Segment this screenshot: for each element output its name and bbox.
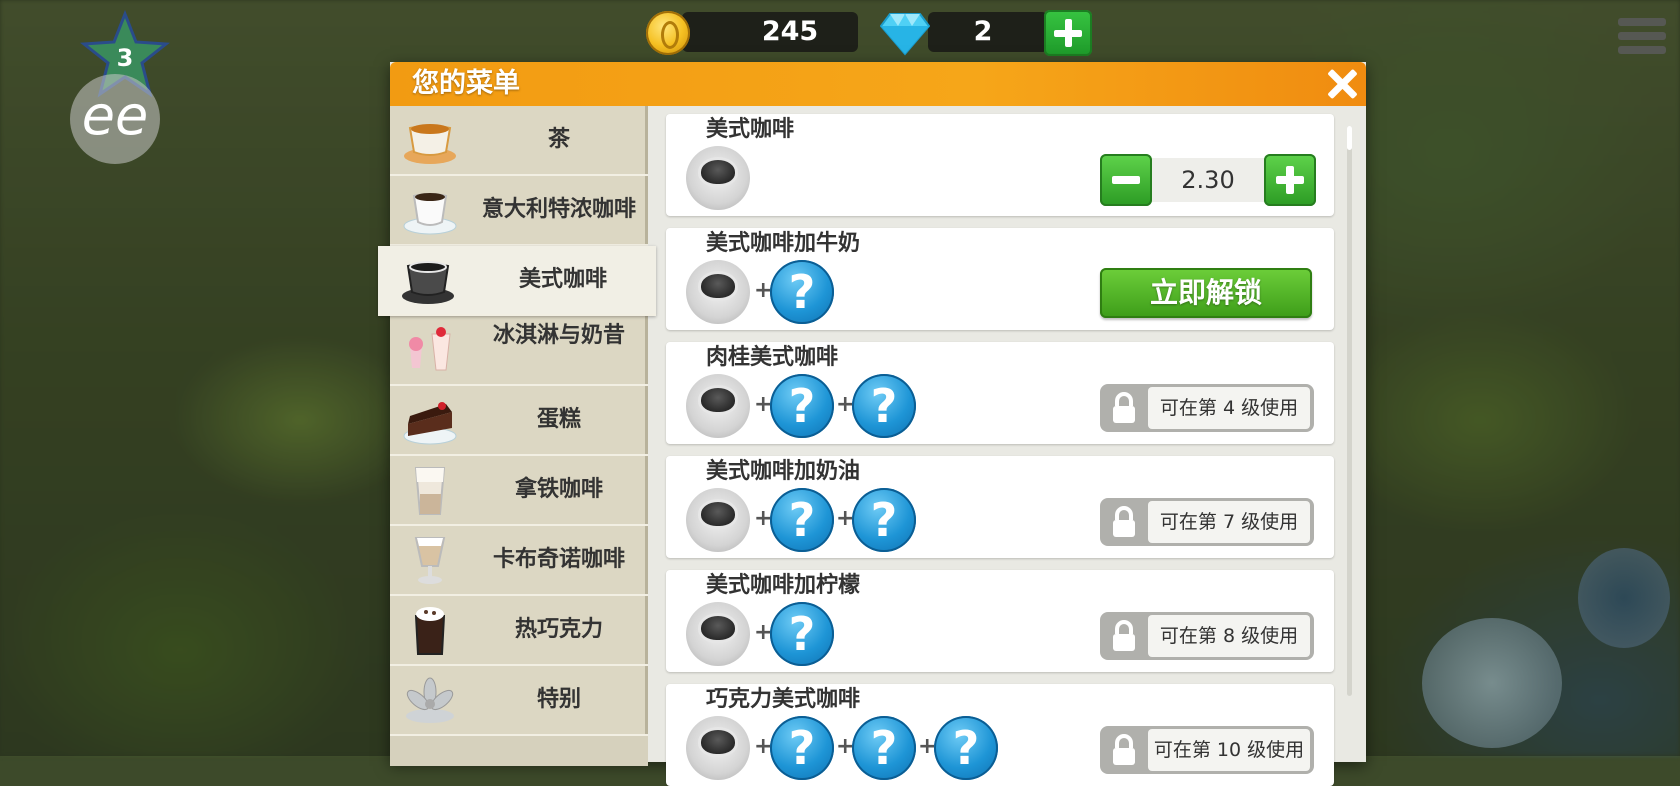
tea-cup-icon (404, 124, 456, 164)
list-scrollbar[interactable] (1347, 126, 1352, 696)
espresso-cup-icon (403, 193, 457, 235)
ice-cream-icon (409, 327, 451, 371)
item-name: 美式咖啡加牛奶 (706, 231, 861, 256)
hamburger-menu-icon[interactable] (1618, 18, 1666, 54)
gems-value: 2 (973, 16, 993, 47)
price-value: 2.30 (1152, 158, 1264, 202)
category-americano[interactable]: 美式咖啡 (378, 246, 656, 316)
americano-cup-icon (402, 261, 454, 304)
menu-board-icon[interactable] (1578, 548, 1670, 648)
locked-badge: 可在第 7 级使用 (1100, 498, 1314, 546)
category-label: 卡布奇诺咖啡 (492, 547, 625, 572)
close-icon[interactable] (1324, 66, 1360, 102)
unknown-ingredient-icon: ? (770, 602, 834, 666)
menu-item-americano-cream[interactable]: 美式咖啡加奶油 + ? + ? 可在第 7 级使用 (666, 456, 1334, 558)
category-cappuccino[interactable]: 卡布奇诺咖啡 (390, 526, 648, 596)
menu-item-list: 美式咖啡 2.30 美式咖啡加牛奶 + ? 立即解锁 肉桂美式咖啡 + ? + … (666, 114, 1342, 786)
lock-icon (1113, 506, 1135, 537)
category-label: 冰淇淋与奶昔 (492, 323, 625, 348)
lock-level-text: 可在第 7 级使用 (1148, 501, 1310, 543)
coffee-cup-icon (686, 260, 750, 324)
cake-icon (403, 402, 457, 445)
category-ice-cream[interactable]: 冰淇淋与奶昔 (390, 316, 648, 386)
item-name: 巧克力美式咖啡 (706, 687, 861, 712)
category-label: 美式咖啡 (518, 267, 607, 292)
coin-icon (646, 11, 690, 55)
menu-item-americano-lemon[interactable]: 美式咖啡加柠檬 + ? 可在第 8 级使用 (666, 570, 1334, 672)
category-label: 蛋糕 (536, 407, 581, 432)
unlock-now-button[interactable]: 立即解锁 (1100, 268, 1312, 318)
item-name: 肉桂美式咖啡 (706, 345, 839, 370)
category-label: 特别 (536, 687, 581, 712)
latte-glass-icon (414, 467, 446, 515)
ee-button[interactable]: ee (70, 74, 160, 164)
unknown-ingredient-icon: ? (770, 260, 834, 324)
locked-badge: 可在第 8 级使用 (1100, 612, 1314, 660)
unknown-ingredient-icon: ? (770, 488, 834, 552)
category-sidebar: 茶 意大利特浓咖啡 美式咖啡 冰淇淋与奶昔 蛋糕 拿铁咖啡 卡布奇诺咖啡 热巧克… (378, 106, 656, 766)
coins-value: 245 (761, 16, 819, 47)
lock-level-text: 可在第 10 级使用 (1148, 729, 1310, 771)
coffee-cup-icon (686, 146, 750, 210)
menu-dialog: 您的菜单 茶 意大利特浓咖啡 美式咖啡 冰淇淋与奶昔 蛋糕 拿铁咖啡 卡布奇诺咖… (378, 62, 1366, 786)
special-flower-icon (406, 677, 454, 723)
scrollbar-thumb[interactable] (1347, 126, 1352, 150)
category-label: 热巧克力 (514, 617, 603, 642)
coffee-cup-icon (686, 374, 750, 438)
unknown-ingredient-icon: ? (852, 374, 916, 438)
unknown-ingredient-icon: ? (852, 716, 916, 780)
lock-level-text: 可在第 4 级使用 (1148, 387, 1310, 429)
menu-item-chocolate-americano[interactable]: 巧克力美式咖啡 + ? + ? + ? 可在第 10 级使用 (666, 684, 1334, 786)
level-number: 3 (117, 44, 134, 72)
category-tea[interactable]: 茶 (390, 106, 648, 176)
category-cake[interactable]: 蛋糕 (390, 386, 648, 456)
lock-level-text: 可在第 8 级使用 (1148, 615, 1310, 657)
price-stepper: 2.30 (1100, 154, 1316, 206)
coffee-cup-icon (686, 716, 750, 780)
cash-register-icon[interactable] (1422, 618, 1562, 748)
gems-counter: 2 (928, 12, 1048, 52)
item-name: 美式咖啡加柠檬 (706, 573, 861, 598)
coffee-cup-icon (686, 602, 750, 666)
lock-icon (1113, 392, 1135, 423)
buy-gems-button[interactable] (1044, 10, 1092, 56)
locked-badge: 可在第 10 级使用 (1100, 726, 1314, 774)
diamond-icon (880, 13, 930, 56)
item-name: 美式咖啡加奶油 (706, 459, 861, 484)
menu-item-cinnamon-americano[interactable]: 肉桂美式咖啡 + ? + ? 可在第 4 级使用 (666, 342, 1334, 444)
hot-chocolate-icon (414, 607, 446, 655)
unknown-ingredient-icon: ? (770, 716, 834, 780)
category-hot-chocolate[interactable]: 热巧克力 (390, 596, 648, 666)
category-label: 意大利特浓咖啡 (481, 197, 636, 222)
category-special[interactable]: 特别 (390, 666, 648, 736)
category-espresso[interactable]: 意大利特浓咖啡 (390, 176, 648, 246)
coffee-cup-icon (686, 488, 750, 552)
lock-icon (1113, 734, 1135, 765)
cappuccino-glass-icon (414, 537, 446, 584)
lock-icon (1113, 620, 1135, 651)
item-name: 美式咖啡 (706, 117, 795, 142)
unknown-ingredient-icon: ? (770, 374, 834, 438)
increase-price-button[interactable] (1264, 154, 1316, 206)
dialog-title: 您的菜单 (412, 68, 520, 99)
menu-item-americano-milk[interactable]: 美式咖啡加牛奶 + ? 立即解锁 (666, 228, 1334, 330)
locked-badge: 可在第 4 级使用 (1100, 384, 1314, 432)
decrease-price-button[interactable] (1100, 154, 1152, 206)
unknown-ingredient-icon: ? (934, 716, 998, 780)
category-label: 茶 (547, 127, 570, 152)
coins-counter: 245 (682, 12, 858, 52)
unknown-ingredient-icon: ? (852, 488, 916, 552)
category-label: 拿铁咖啡 (514, 477, 603, 502)
dialog-header: 您的菜单 (390, 62, 1366, 106)
menu-item-americano[interactable]: 美式咖啡 2.30 (666, 114, 1334, 216)
category-latte[interactable]: 拿铁咖啡 (390, 456, 648, 526)
